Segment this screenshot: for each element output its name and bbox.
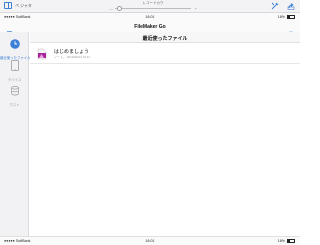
book-label: ペ ジャタ [15,2,32,8]
clock-label: 16:01 [145,15,155,19]
share-icon[interactable] [287,2,295,10]
ipad-icon [0,58,29,76]
battery-icon [287,15,295,19]
book-toggle[interactable]: ペ ジャタ [4,2,32,9]
slider-knob[interactable] [117,6,123,11]
page-title: 最近使ったファイル [142,36,188,42]
file-list-item[interactable]: はじめましょう ノート、 2013/06/14 15:11 [30,43,300,64]
sidebar-item-device[interactable]: デバイス [0,58,29,82]
viewer-toolbar: ペ ジャタ レコードカウ — + [0,0,300,13]
database-icon [0,83,29,101]
toolbar-actions [271,2,295,10]
filemaker-file-icon [37,47,47,60]
battery-group: 18% [278,239,295,243]
slider-track [115,8,191,9]
battery-group: 18% [278,15,295,19]
gear-icon[interactable] [289,35,294,48]
sidebar-item-label: ホスト [9,103,20,107]
file-name: はじめましょう [54,49,90,55]
settings-gear-icon[interactable] [288,24,294,37]
book-icon [4,2,12,9]
sidebar: 最近使ったファイル デバイス ホスト [0,32,31,236]
status-bar-bottom: ●●●●● SoftBank 16:01 18% [0,236,300,245]
status-bar-top: ●●●●● SoftBank 16:01 18% [0,13,300,22]
clock-label: 16:01 [145,239,155,243]
battery-percent: 18% [277,239,285,243]
slider-max-label: + [194,6,197,11]
content-header: 最近使ったファイル [30,32,300,48]
file-metadata: ノート、 2013/06/14 15:11 [54,55,90,59]
record-slider[interactable]: — + [109,6,197,11]
battery-icon [287,239,295,243]
record-slider-group: レコードカウ — + [108,1,198,11]
sidebar-item-hosts[interactable]: ホスト [0,83,29,107]
app-title: FileMaker Go [134,24,166,30]
sidebar-item-recent-files[interactable]: 最近使ったファイル [0,36,31,60]
battery-percent: 18% [277,15,285,19]
clock-icon [0,36,29,54]
slider-min-label: — [109,6,113,11]
app-nav-bar: FileMaker Go [0,22,300,37]
sidebar-item-label: デバイス [7,78,22,82]
slider-label: レコードカウ [142,1,164,5]
tools-icon[interactable] [271,2,279,10]
